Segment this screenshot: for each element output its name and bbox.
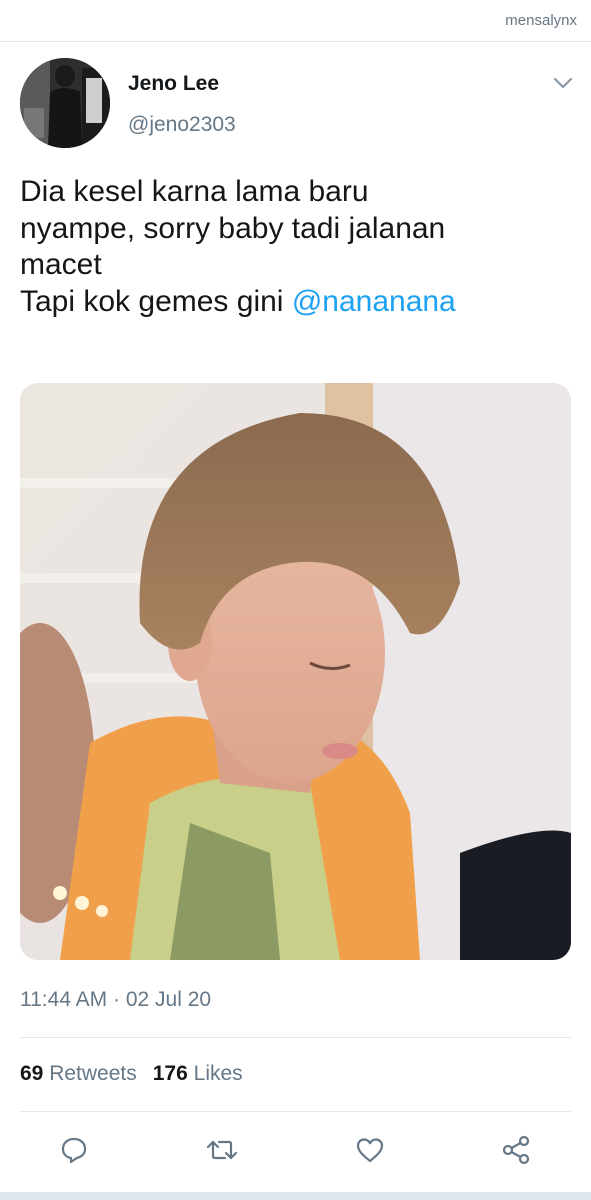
likes-count: 176 <box>152 1062 188 1085</box>
share-icon[interactable] <box>494 1128 538 1172</box>
avatar-photo <box>20 58 110 148</box>
photo <box>20 383 571 960</box>
retweets-stat[interactable]: 69 Retweets <box>20 1062 137 1085</box>
top-bar: mensalynx <box>0 0 591 42</box>
likes-stat[interactable]: 176 Likes <box>153 1062 243 1085</box>
tweet-line: nyampe, sorry baby tadi jalanan <box>20 211 446 245</box>
tweet-line: Dia kesel karna lama baru <box>20 175 369 208</box>
divider <box>20 1111 571 1112</box>
user-handle[interactable]: @jeno2303 <box>128 113 236 137</box>
tweet-line-text: Tapi kok gemes gini <box>20 284 292 318</box>
mention-link[interactable]: @nananana <box>292 285 456 318</box>
tweet-line: macet <box>20 248 102 281</box>
tweet-text: Dia kesel karna lama baru nyampe, sorry … <box>20 174 580 320</box>
heart-icon[interactable] <box>348 1128 392 1172</box>
likes-label: Likes <box>193 1062 243 1085</box>
avatar[interactable] <box>20 58 110 148</box>
tweet-media-image[interactable] <box>20 383 571 960</box>
action-bar <box>0 1128 591 1172</box>
bottom-bar <box>0 1192 591 1200</box>
retweets-count: 69 <box>20 1062 44 1085</box>
reply-icon[interactable] <box>52 1128 96 1172</box>
watermark: mensalynx <box>505 12 577 29</box>
tweet-line-last: Tapi kok gemes gini @nananana <box>20 284 580 321</box>
tweet-timestamp[interactable]: 11:44 AM · 02 Jul 20 <box>20 988 211 1012</box>
retweet-icon[interactable] <box>200 1128 244 1172</box>
tweet-stats: 69 Retweets 176 Likes <box>20 1062 243 1086</box>
retweets-label: Retweets <box>49 1062 137 1085</box>
display-name[interactable]: Jeno Lee <box>128 72 219 96</box>
divider <box>20 1037 571 1038</box>
chevron-down-icon[interactable] <box>552 74 574 92</box>
